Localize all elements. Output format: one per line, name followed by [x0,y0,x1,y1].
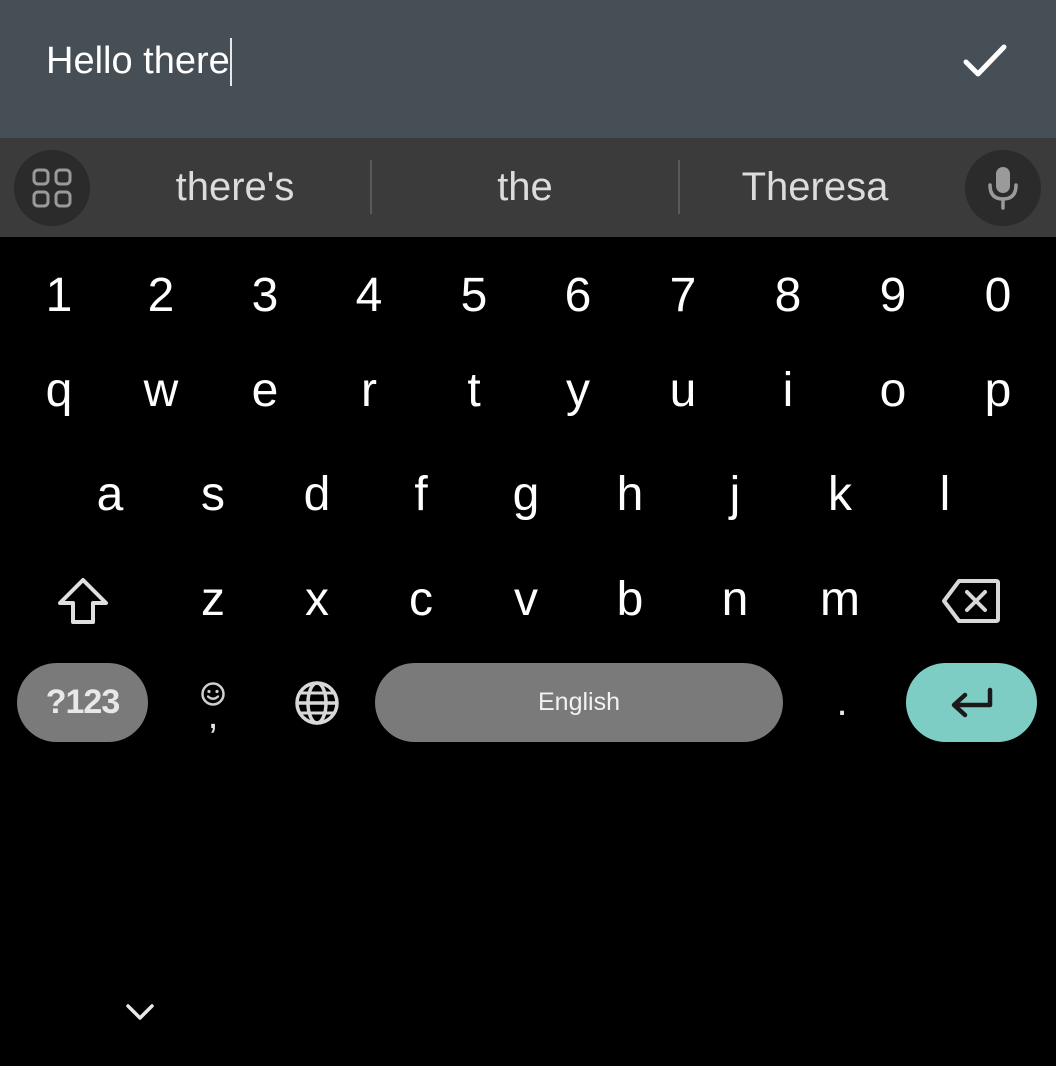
suggestion-strip: there's the Theresa [0,138,1056,237]
key-e[interactable]: e [213,340,317,440]
key-6[interactable]: 6 [526,245,630,345]
key-i[interactable]: i [736,340,840,440]
apps-grid-icon [32,168,72,208]
key-s[interactable]: s [161,444,265,544]
key-p[interactable]: p [946,340,1050,440]
key-a[interactable]: a [58,444,162,544]
key-x[interactable]: x [265,549,369,649]
key-f[interactable]: f [369,444,473,544]
key-k[interactable]: k [788,444,892,544]
done-button[interactable] [954,30,1016,92]
key-c[interactable]: c [369,549,473,649]
text-input-bar: Hello there [0,0,1056,138]
key-y[interactable]: y [526,340,630,440]
key-u[interactable]: u [631,340,735,440]
space-key-label: English [538,688,620,716]
key-m[interactable]: m [788,549,892,649]
suggestion-item[interactable]: Theresa [680,138,950,237]
backspace-key[interactable] [918,555,1024,647]
keyboard-screen: Hello there there's the Theresa 1 2 3 4 … [0,0,1056,1066]
key-n[interactable]: n [683,549,787,649]
space-key[interactable]: English [375,663,783,742]
microphone-icon [988,167,1018,210]
key-d[interactable]: d [265,444,369,544]
symbols-key[interactable]: ?123 [17,663,148,742]
symbols-key-label: ?123 [45,683,120,721]
key-8[interactable]: 8 [736,245,840,345]
language-key[interactable] [282,668,352,738]
shift-key[interactable] [30,555,136,647]
comma-emoji-key[interactable]: , [178,668,248,742]
enter-icon [951,687,992,717]
key-r[interactable]: r [317,340,421,440]
comma-key-label: , [207,695,219,737]
enter-key[interactable] [906,663,1037,742]
key-5[interactable]: 5 [422,245,526,345]
key-2[interactable]: 2 [109,245,213,345]
key-w[interactable]: w [109,340,213,440]
key-0[interactable]: 0 [946,245,1050,345]
key-o[interactable]: o [841,340,945,440]
text-input-value: Hello there [46,40,230,82]
text-cursor [229,38,232,86]
key-3[interactable]: 3 [213,245,317,345]
key-q[interactable]: q [7,340,111,440]
apps-button[interactable] [14,150,90,226]
period-key-label: . [836,679,848,724]
chevron-down-icon [126,1004,154,1020]
shift-icon [58,578,108,624]
suggestion-item[interactable]: the [372,138,678,237]
suggestion-item[interactable]: there's [100,138,370,237]
key-7[interactable]: 7 [631,245,735,345]
hide-keyboard-button[interactable] [115,990,165,1034]
key-g[interactable]: g [474,444,578,544]
key-l[interactable]: l [893,444,997,544]
key-1[interactable]: 1 [7,245,111,345]
period-key[interactable]: . [790,662,894,742]
key-v[interactable]: v [474,549,578,649]
key-9[interactable]: 9 [841,245,945,345]
key-t[interactable]: t [422,340,526,440]
key-b[interactable]: b [578,549,682,649]
text-input[interactable]: Hello there [46,38,232,86]
key-4[interactable]: 4 [317,245,421,345]
key-j[interactable]: j [683,444,787,544]
voice-input-button[interactable] [965,150,1041,226]
key-z[interactable]: z [161,549,265,649]
checkmark-icon [963,44,1007,77]
globe-icon [295,681,339,725]
key-h[interactable]: h [578,444,682,544]
backspace-icon [942,579,1000,623]
